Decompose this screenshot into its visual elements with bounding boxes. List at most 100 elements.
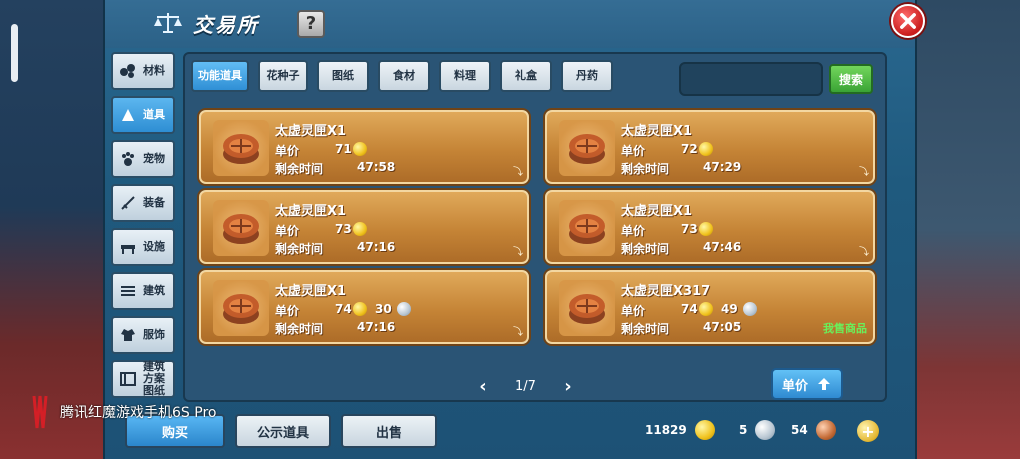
sidebar-item-items[interactable]: 道具 [111, 96, 175, 134]
search-button[interactable]: 搜索 [829, 64, 873, 94]
silver-balance-value: 5 [739, 423, 748, 437]
item-image [559, 280, 615, 336]
listing-card[interactable]: 太虚灵匣X1 单价 73 剩余时间 47:46 ⤵ [545, 190, 875, 264]
remaining-time: 47:29 [703, 160, 742, 174]
sidebar-item-materials[interactable]: 材料 [111, 52, 175, 90]
remaining-time-label: 剩余时间 [621, 162, 670, 176]
item-image [559, 120, 615, 176]
category-sidebar: 材料 道具 宠物 装备 设施 建筑 服饰 建筑方案图纸 [111, 52, 177, 404]
remaining-time: 47:05 [703, 320, 742, 334]
trading-panel: 交易所 ? 材料 道具 宠物 装备 设施 建筑 服饰 建筑方案图纸 功能道具 花… [103, 0, 925, 459]
silver-coin-icon [755, 420, 776, 440]
right-background [910, 0, 1020, 459]
treasure-box-icon [223, 294, 259, 324]
panel-header: 交易所 ? [105, 0, 925, 48]
gold-coin-icon [699, 222, 713, 236]
price-label: 单价 [275, 304, 300, 318]
gold-price: 74 [681, 302, 698, 316]
sidebar-item-facilities[interactable]: 设施 [111, 228, 175, 266]
sidebar-item-pets[interactable]: 宠物 [111, 140, 175, 178]
previous-page-button[interactable]: ‹ [473, 376, 493, 397]
tab-ingredients[interactable]: 食材 [378, 60, 430, 92]
remaining-time-label: 剩余时间 [621, 322, 670, 336]
listing-card[interactable]: 太虚灵匣X1 单价 71 剩余时间 47:58 ⤵ [199, 110, 529, 184]
corner-arrow-icon: ⤵ [513, 247, 523, 258]
sort-by-unit-price-button[interactable]: 单价 [771, 368, 843, 400]
remaining-time: 47:58 [357, 160, 396, 174]
treasure-box-icon [223, 214, 259, 244]
search-input[interactable] [679, 62, 823, 96]
scale-icon [154, 13, 182, 33]
gold-price: 71 [335, 142, 352, 156]
remaining-time: 47:46 [703, 240, 742, 254]
sort-label: 单价 [781, 378, 808, 394]
materials-icon [120, 64, 135, 78]
help-button[interactable]: ? [297, 10, 325, 38]
close-button[interactable] [891, 4, 925, 38]
sidebar-item-label: 宠物 [143, 152, 165, 165]
sidebar-item-clothing[interactable]: 服饰 [111, 316, 175, 354]
treasure-box-icon [569, 214, 605, 244]
treasure-box-icon [569, 294, 605, 324]
price-label: 单价 [621, 224, 646, 238]
add-currency-button[interactable]: + [857, 420, 879, 442]
sidebar-item-label: 道具 [143, 108, 165, 121]
tab-functional-items[interactable]: 功能道具 [191, 60, 249, 92]
tab-gift-box[interactable]: 礼盒 [500, 60, 552, 92]
remaining-time: 47:16 [357, 240, 396, 254]
sidebar-item-label: 装备 [143, 196, 165, 209]
remaining-time-label: 剩余时间 [621, 242, 670, 256]
listing-title: 太虚灵匣X1 [275, 284, 347, 299]
gold-coin-icon [699, 142, 713, 156]
listing-title: 太虚灵匣X1 [621, 124, 693, 139]
gold-price: 73 [681, 222, 698, 236]
sidebar-item-buildings[interactable]: 建筑 [111, 272, 175, 310]
price-label: 单价 [621, 304, 646, 318]
item-image [213, 200, 269, 256]
tab-cuisine[interactable]: 料理 [439, 60, 491, 92]
equipment-icon [121, 196, 135, 210]
facility-icon [121, 245, 135, 254]
listing-card[interactable]: 太虚灵匣X1 单价 74 30 剩余时间 47:16 ⤵ [199, 270, 529, 344]
corner-arrow-icon: ⤵ [513, 327, 523, 338]
treasure-box-icon [569, 134, 605, 164]
sidebar-item-equipment[interactable]: 装备 [111, 184, 175, 222]
tab-flower-seeds[interactable]: 花种子 [258, 60, 308, 92]
clothing-icon [121, 329, 135, 341]
listing-card[interactable]: 太虚灵匣X1 单价 73 剩余时间 47:16 ⤵ [199, 190, 529, 264]
market-content: 功能道具 花种子 图纸 食材 料理 礼盒 丹药 搜索 太虚灵匣X1 单价 71 … [183, 52, 887, 402]
next-page-button[interactable]: › [558, 376, 578, 397]
silver-price: 30 [375, 302, 392, 316]
pet-icon [122, 152, 134, 166]
listing-title: 太虚灵匣X1 [275, 204, 347, 219]
gold-coin-icon [353, 302, 367, 316]
subcategory-tabs: 功能道具 花种子 图纸 食材 料理 礼盒 丹药 [191, 60, 622, 94]
remaining-time: 47:16 [357, 320, 396, 334]
gold-price: 72 [681, 142, 698, 156]
corner-arrow-icon: ⤵ [513, 167, 523, 178]
item-image [213, 120, 269, 176]
remaining-time-label: 剩余时间 [275, 242, 324, 256]
treasure-box-icon [223, 134, 259, 164]
listing-card[interactable]: 太虚灵匣X1 单价 72 剩余时间 47:29 ⤵ [545, 110, 875, 184]
listing-title: 太虚灵匣X317 [621, 284, 711, 299]
device-brand-overlay: 腾讯红魔游戏手机6S Pro [28, 392, 268, 432]
listing-card[interactable]: 太虚灵匣X317 单价 74 49 剩余时间 47:05 我售商品 [545, 270, 875, 344]
gold-price: 73 [335, 222, 352, 236]
silver-coin-icon [397, 302, 411, 316]
silver-price: 49 [721, 302, 738, 316]
item-image [213, 280, 269, 336]
tab-blueprints[interactable]: 图纸 [317, 60, 369, 92]
system-scroll-indicator [11, 24, 18, 82]
silver-coin-icon [743, 302, 757, 316]
page-indicator: 1/7 [515, 378, 536, 394]
gold-balance-value: 11829 [645, 423, 687, 437]
gold-coin-icon [353, 142, 367, 156]
device-logo-icon [32, 395, 48, 429]
gold-coin-icon [353, 222, 367, 236]
pagination: ‹ 1/7 › [473, 376, 578, 397]
tab-medicine[interactable]: 丹药 [561, 60, 613, 92]
building-icon [121, 286, 135, 296]
sell-button[interactable]: 出售 [341, 414, 437, 448]
gold-coin-icon [699, 302, 713, 316]
